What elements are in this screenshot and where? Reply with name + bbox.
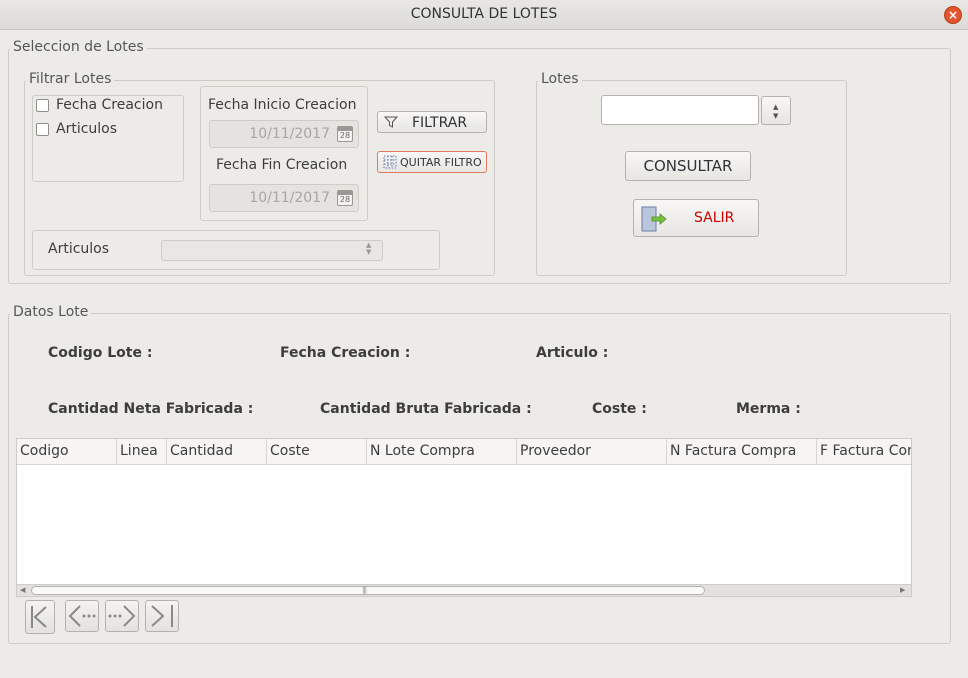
seleccion-lotes-legend: Seleccion de Lotes xyxy=(10,39,147,55)
salir-button[interactable]: SALIR xyxy=(633,199,759,237)
window-title: CONSULTA DE LOTES xyxy=(410,6,558,22)
funnel-icon xyxy=(384,116,398,128)
calendar-icon[interactable]: 28 xyxy=(337,126,353,142)
grip-icon: ||| xyxy=(362,586,367,594)
filtrar-lotes-legend: Filtrar Lotes xyxy=(26,71,115,87)
last-record-button[interactable] xyxy=(145,600,179,632)
exit-door-icon xyxy=(641,206,667,232)
first-record-icon xyxy=(31,606,47,628)
articulos-checkbox-label: Articulos xyxy=(56,121,118,137)
horizontal-scrollbar[interactable]: ◀ ||| ▶ xyxy=(17,584,911,596)
cantidad-bruta-label: Cantidad Bruta Fabricada : xyxy=(320,401,532,417)
salir-label: SALIR xyxy=(694,210,735,226)
quitar-filtro-button[interactable]: QUITAR FILTRO xyxy=(377,151,487,173)
column-header-cantidad[interactable]: Cantidad xyxy=(167,439,267,465)
column-header-n-factura-compra[interactable]: N Factura Compra xyxy=(667,439,817,465)
fecha-inicio-label: Fecha Inicio Creacion xyxy=(208,97,357,113)
grid-icon xyxy=(383,155,397,169)
articulos-checkbox[interactable] xyxy=(36,123,49,136)
fecha-creacion-label: Fecha Creacion : xyxy=(280,345,411,361)
last-record-icon xyxy=(151,605,173,627)
lotes-table[interactable]: Codigo Linea Cantidad Coste N Lote Compr… xyxy=(16,438,912,597)
datos-lote-legend: Datos Lote xyxy=(10,304,92,320)
next-record-icon xyxy=(108,605,136,627)
next-record-button[interactable] xyxy=(105,600,139,632)
quitar-filtro-label: QUITAR FILTRO xyxy=(400,156,482,169)
lote-input[interactable] xyxy=(601,95,759,125)
close-button[interactable]: × xyxy=(944,6,962,24)
codigo-lote-label: Codigo Lote : xyxy=(48,345,153,361)
articulo-label: Articulo : xyxy=(536,345,609,361)
fecha-fin-label: Fecha Fin Creacion xyxy=(216,157,348,173)
articulos-select[interactable] xyxy=(161,240,383,261)
fecha-creacion-checkbox-label: Fecha Creacion xyxy=(56,97,163,113)
scroll-left-icon[interactable]: ◀ xyxy=(20,586,25,594)
column-header-proveedor[interactable]: Proveedor xyxy=(517,439,667,465)
calendar-icon[interactable]: 28 xyxy=(337,190,353,206)
column-header-n-lote-compra[interactable]: N Lote Compra xyxy=(367,439,517,465)
coste-label: Coste : xyxy=(592,401,647,417)
previous-record-button[interactable] xyxy=(65,600,99,632)
spinner-arrows-icon: ▲ ▼ xyxy=(773,103,779,120)
filtrar-button[interactable]: FILTRAR xyxy=(377,111,487,133)
column-header-coste[interactable]: Coste xyxy=(267,439,367,465)
first-record-button[interactable] xyxy=(25,600,55,634)
select-arrows-icon: ▲ ▼ xyxy=(366,241,372,256)
lote-spinner[interactable]: ▲ ▼ xyxy=(761,96,791,125)
scrollbar-thumb[interactable]: ||| xyxy=(31,586,705,595)
filtrar-button-label: FILTRAR xyxy=(412,115,468,131)
scroll-right-icon[interactable]: ▶ xyxy=(900,586,905,594)
column-header-codigo[interactable]: Codigo xyxy=(17,439,117,465)
articulos-label: Articulos xyxy=(48,241,110,257)
column-header-linea[interactable]: Linea xyxy=(117,439,167,465)
lotes-legend: Lotes xyxy=(538,71,582,87)
consultar-button[interactable]: CONSULTAR xyxy=(625,151,751,181)
merma-label: Merma : xyxy=(736,401,801,417)
cantidad-neta-label: Cantidad Neta Fabricada : xyxy=(48,401,254,417)
fecha-creacion-checkbox[interactable] xyxy=(36,99,49,112)
column-header-f-factura-compra[interactable]: F Factura Com xyxy=(817,439,911,465)
previous-record-icon xyxy=(68,605,96,627)
